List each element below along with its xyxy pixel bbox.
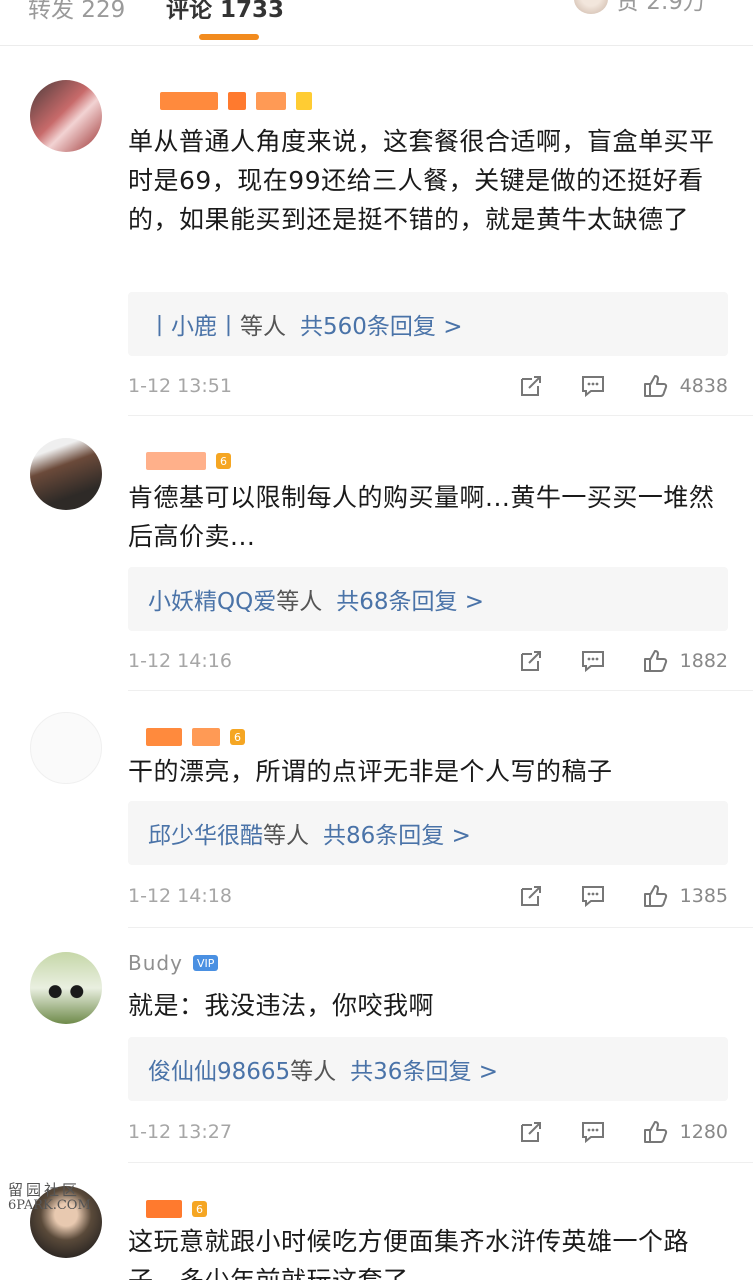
- avatar[interactable]: [30, 80, 102, 152]
- level-badge: VIP: [192, 955, 219, 971]
- share-icon[interactable]: [518, 373, 544, 399]
- watermark: 留园社区 6PARK.COM: [8, 1182, 91, 1214]
- tab-likes-label: 赞 2.9万: [616, 0, 706, 15]
- comment-text: 单从普通人角度来说，这套餐很合适啊，盲盒单买平时是69，现在99还给三人餐，关键…: [128, 127, 715, 234]
- reply-count: 共560条回复 >: [300, 314, 463, 340]
- tab-reposts[interactable]: 转发 229: [28, 0, 125, 24]
- comment-footer: 1-12 13:27 1280: [128, 1117, 728, 1147]
- username-redacted[interactable]: 6: [146, 450, 231, 472]
- username-redacted[interactable]: 6: [146, 1198, 207, 1220]
- timestamp: 1-12 14:18: [128, 885, 232, 907]
- username-text: Budy: [128, 951, 183, 975]
- comment-icon[interactable]: [580, 373, 606, 399]
- comment-actions: 1385: [482, 881, 728, 911]
- like-count: 1280: [679, 1121, 728, 1143]
- reply-suffix: 等人: [276, 589, 323, 615]
- comment-icon[interactable]: [580, 648, 606, 674]
- thumbs-up-icon[interactable]: [642, 373, 668, 399]
- thumbs-up-icon[interactable]: [642, 883, 668, 909]
- reply-count: 共36条回复 >: [350, 1059, 499, 1085]
- comment-text: 干的漂亮，所谓的点评无非是个人写的稿子: [128, 757, 613, 786]
- replies-link[interactable]: 俊仙仙98665 等人 共36条回复 >: [128, 1037, 728, 1101]
- reply-count: 共86条回复 >: [323, 823, 471, 849]
- timestamp: 1-12 13:51: [128, 375, 232, 397]
- comment-text: 这玩意就跟小时候吃方便面集齐水浒传英雄一个路子，多少年前就玩这套了: [128, 1227, 690, 1280]
- share-icon[interactable]: [518, 883, 544, 909]
- level-badge: 6: [216, 453, 231, 469]
- timestamp: 1-12 14:16: [128, 650, 232, 672]
- thumbs-up-icon[interactable]: [642, 1119, 668, 1145]
- comment-text: 就是：我没违法，你咬我啊: [128, 991, 435, 1020]
- reply-suffix: 等人: [240, 314, 286, 340]
- comment-actions: 4838: [482, 371, 728, 401]
- reply-names: 小妖精QQ爱: [148, 589, 277, 615]
- watermark-line1: 留园社区: [8, 1181, 81, 1199]
- share-icon[interactable]: [518, 648, 544, 674]
- comment-tabs: 转发 229 评论 1733 赞 2.9万: [0, 0, 753, 46]
- comment-footer: 1-12 13:51 4838: [128, 371, 728, 401]
- replies-link[interactable]: 小妖精QQ爱 等人 共68条回复 >: [128, 567, 728, 631]
- liker-avatar: [574, 0, 608, 14]
- comment-actions: 1882: [482, 646, 728, 676]
- divider: [128, 927, 753, 928]
- comment-icon[interactable]: [580, 883, 606, 909]
- avatar[interactable]: [30, 712, 102, 784]
- level-badge: 6: [192, 1201, 207, 1217]
- divider: [128, 415, 753, 416]
- reply-names: 俊仙仙98665: [148, 1059, 291, 1085]
- reply-suffix: 等人: [290, 1059, 337, 1085]
- comment-icon[interactable]: [580, 1119, 606, 1145]
- username-redacted[interactable]: 6: [146, 726, 245, 748]
- reply-suffix: 等人: [263, 823, 309, 849]
- like-count: 4838: [679, 375, 728, 397]
- divider: [128, 1162, 753, 1163]
- avatar[interactable]: [30, 952, 102, 1024]
- thumbs-up-icon[interactable]: [642, 648, 668, 674]
- comment-actions: 1280: [482, 1117, 728, 1147]
- username[interactable]: Budy VIP: [128, 951, 219, 975]
- comment-footer: 1-12 14:16 1882: [128, 646, 728, 676]
- reply-count: 共68条回复 >: [336, 589, 485, 615]
- username-redacted[interactable]: [160, 90, 312, 112]
- reply-names: 丨小鹿丨: [148, 314, 240, 340]
- comment-footer: 1-12 14:18 1385: [128, 881, 728, 911]
- watermark-line2: 6PARK.COM: [8, 1198, 91, 1213]
- tab-comments[interactable]: 评论 1733: [166, 0, 284, 24]
- share-icon[interactable]: [518, 1119, 544, 1145]
- replies-link[interactable]: 丨小鹿丨 等人 共560条回复 >: [128, 292, 728, 356]
- tab-likes[interactable]: 赞 2.9万: [574, 0, 706, 15]
- like-count: 1385: [679, 885, 728, 907]
- active-tab-indicator: [199, 34, 259, 40]
- like-count: 1882: [679, 650, 728, 672]
- replies-link[interactable]: 邱少华很酷 等人 共86条回复 >: [128, 801, 728, 865]
- level-badge: 6: [230, 729, 245, 745]
- reply-names: 邱少华很酷: [148, 823, 263, 849]
- comment-text: 肯德基可以限制每人的购买量啊...黄牛一买买一堆然后高价卖...: [128, 483, 715, 551]
- avatar[interactable]: [30, 438, 102, 510]
- timestamp: 1-12 13:27: [128, 1121, 232, 1143]
- divider: [128, 690, 753, 691]
